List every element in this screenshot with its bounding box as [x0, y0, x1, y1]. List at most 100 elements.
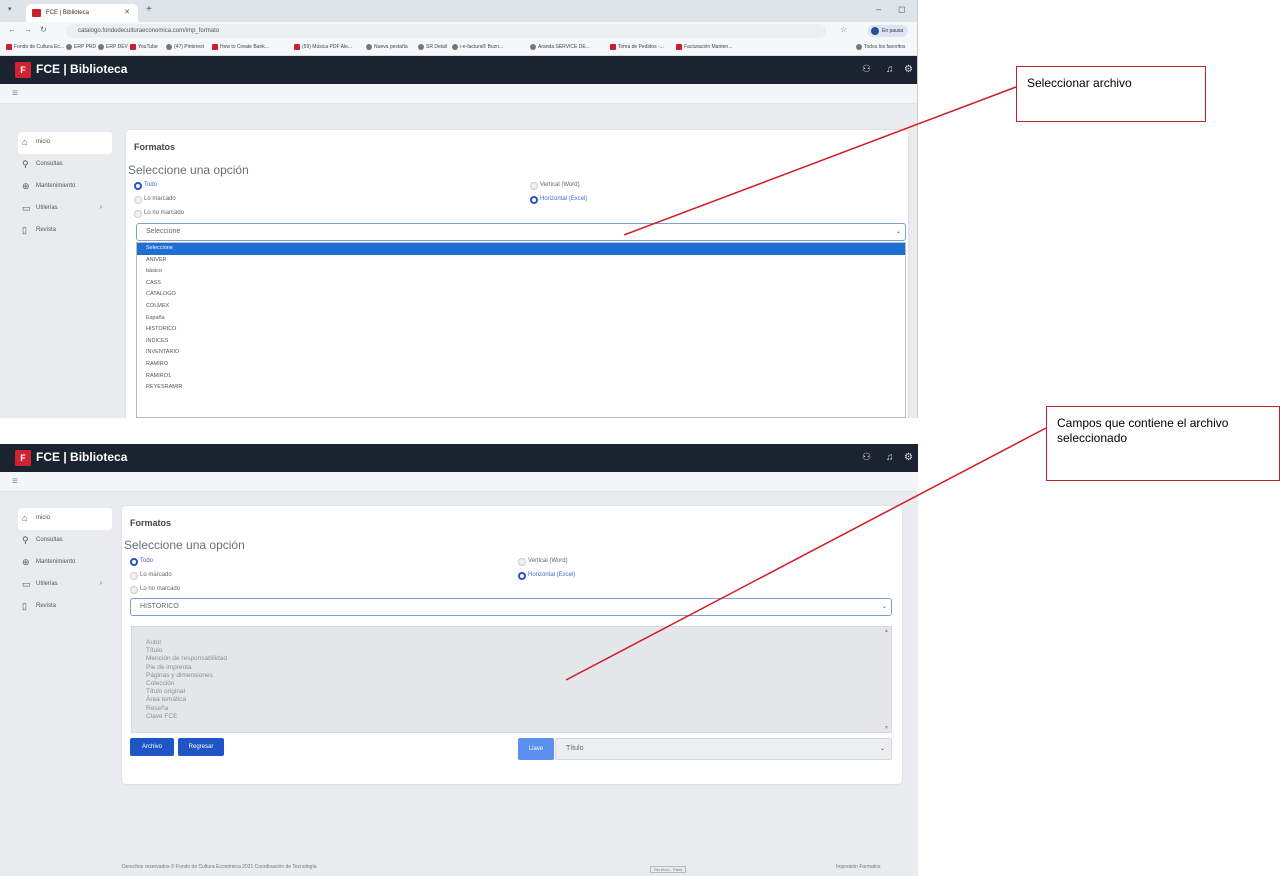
dropdown-option[interactable]: HISTORICO: [137, 324, 905, 336]
radio-vertical-word[interactable]: Vertical (Word): [518, 558, 568, 566]
bookmark-item[interactable]: How to Create Bank...: [212, 44, 269, 50]
restore-icon[interactable]: ◻: [898, 4, 905, 15]
sidebar-item-utilerias[interactable]: ▭ Utilerias ›: [18, 198, 112, 220]
radio-todo[interactable]: Todo: [130, 558, 153, 566]
bookmark-item[interactable]: i-e-factura® Buzn...: [452, 44, 503, 50]
bookmark-item[interactable]: SR Detail: [418, 44, 447, 50]
dropdown-option[interactable]: REYESRAMIR: [137, 382, 905, 394]
chevron-down-icon: ⌄: [895, 229, 901, 235]
bookmark-item[interactable]: Nueva pestaña: [366, 44, 408, 50]
field-item[interactable]: Reseña: [132, 705, 891, 713]
dropdown-option[interactable]: INVENTARIO: [137, 347, 905, 359]
dropdown-option[interactable]: ANIVER: [137, 255, 905, 267]
field-item[interactable]: Área temática: [132, 696, 891, 704]
close-tab-icon[interactable]: ✕: [124, 4, 130, 22]
sidebar-item-revista[interactable]: ▯ Revista: [18, 220, 112, 242]
bookmark-item[interactable]: ERP DEV: [98, 44, 128, 50]
user-icon[interactable]: ⚇: [862, 64, 871, 75]
sidebar: ⌂ Inicio ⚲ Consultas ⊕ Mantenimiento ▭ Utile…: [18, 132, 112, 242]
footer-copyright: Derechos reservados © Fondo de Cultura E…: [122, 864, 317, 870]
bookmark-star-icon[interactable]: ☆: [840, 25, 847, 34]
radio-lo-marcado[interactable]: Lo marcado: [134, 196, 176, 204]
format-select[interactable]: Seleccione ⌄: [136, 223, 906, 241]
bookmark-item[interactable]: Facturación Manten...: [676, 44, 732, 50]
dropdown-option[interactable]: CATALOGO: [137, 289, 905, 301]
dropdown-option[interactable]: CASS: [137, 278, 905, 290]
field-item[interactable]: Título: [132, 647, 891, 655]
field-item[interactable]: Clave FCE: [132, 713, 891, 721]
radio-todo[interactable]: Todo: [134, 182, 157, 190]
format-select[interactable]: HISTORICO ⌄: [130, 598, 892, 616]
scroll-down-icon[interactable]: ▼: [884, 725, 889, 731]
field-item[interactable]: Autor: [132, 639, 891, 647]
gear-icon[interactable]: ⚙: [904, 64, 913, 75]
bookmark-item[interactable]: ERP PRD: [66, 44, 96, 50]
scroll-up-icon[interactable]: ▲: [884, 628, 889, 634]
all-bookmarks[interactable]: Todos los favoritos: [856, 44, 905, 50]
regresar-button[interactable]: Regresar: [178, 738, 224, 756]
sidebar-item-mantenimiento[interactable]: ⊕ Mantenimiento: [18, 552, 112, 574]
radio-horizontal-excel[interactable]: Horizontal (Excel): [530, 196, 587, 204]
globe-icon: ⊕: [22, 181, 30, 191]
minimize-icon[interactable]: –: [876, 4, 881, 14]
bookmark-item[interactable]: Toma de Pedidos -...: [610, 44, 664, 50]
reload-icon[interactable]: ↻: [40, 25, 47, 34]
order-select[interactable]: Título ⌄: [555, 738, 892, 760]
bell-icon[interactable]: ♫: [886, 64, 894, 75]
back-icon[interactable]: ←: [8, 25, 16, 34]
sidebar-item-inicio[interactable]: ⌂ Inicio: [18, 132, 112, 154]
radio-lo-no-marcado[interactable]: Lo no marcado: [130, 586, 180, 594]
bookmarks-bar: Fondo de Cultura Ec... ERP PRD ERP DEV Y…: [0, 40, 917, 56]
dropdown-option[interactable]: RAMIRO1: [137, 371, 905, 383]
sidebar-label: Revista: [36, 227, 57, 233]
sidebar-label: Mantenimiento: [36, 559, 76, 565]
radio-lo-no-marcado[interactable]: Lo no marcado: [134, 210, 184, 218]
forward-icon[interactable]: →: [24, 25, 32, 34]
dropdown-option[interactable]: INDICES: [137, 336, 905, 348]
radio-lo-marcado[interactable]: Lo marcado: [130, 572, 172, 580]
bookmark-item[interactable]: YouTube: [130, 44, 158, 50]
select-value: HISTORICO: [140, 603, 179, 610]
card-title: Formatos: [130, 518, 172, 528]
sidebar-item-consultas[interactable]: ⚲ Consultas: [18, 154, 112, 176]
fields-listbox[interactable]: Autor Título Mención de responsabilidad …: [131, 626, 892, 733]
field-item[interactable]: Pie de imprenta: [132, 664, 891, 672]
sidebar-item-consultas[interactable]: ⚲ Consultas: [18, 530, 112, 552]
field-item[interactable]: Mención de responsabilidad: [132, 655, 891, 663]
field-item[interactable]: Título original: [132, 688, 891, 696]
profile-button[interactable]: En pausa: [868, 25, 908, 37]
archivo-button[interactable]: Archivo: [130, 738, 174, 756]
app-title: FCE | Biblioteca: [36, 62, 128, 76]
radio-horizontal-excel[interactable]: Horizontal (Excel): [518, 572, 575, 580]
menu-icon[interactable]: ≡: [12, 88, 18, 99]
bookmark-item[interactable]: Fondo de Cultura Ec...: [6, 44, 64, 50]
bookmark-item[interactable]: Aranda SERVICE DE...: [530, 44, 590, 50]
sidebar-item-mantenimiento[interactable]: ⊕ Mantenimiento: [18, 176, 112, 198]
radio-vertical-word[interactable]: Vertical (Word): [530, 182, 580, 190]
browser-tab[interactable]: FCE | Biblioteca ✕: [26, 4, 138, 22]
gear-icon[interactable]: ⚙: [904, 452, 913, 463]
bell-icon[interactable]: ♫: [886, 452, 894, 463]
dropdown-option[interactable]: básico: [137, 266, 905, 278]
monitor-icon: ▭: [22, 203, 31, 213]
dropdown-option[interactable]: RAMIRO: [137, 359, 905, 371]
sidebar-item-utilerias[interactable]: ▭ Utilerias ›: [18, 574, 112, 596]
app-header: F FCE | Biblioteca ⚇ ♫ ⚙: [0, 56, 917, 84]
url-input[interactable]: catalogo.fondodeculturaeconomica.com/imp…: [66, 24, 826, 38]
bookmark-item[interactable]: (47) Pinterest: [166, 44, 204, 50]
sidebar-item-inicio[interactable]: ⌂ Inicio: [18, 508, 112, 530]
tab-list-icon[interactable]: ▾: [8, 5, 12, 13]
menu-icon[interactable]: ≡: [12, 476, 18, 487]
dropdown-option[interactable]: Seleccione: [137, 243, 905, 255]
user-icon[interactable]: ⚇: [862, 452, 871, 463]
dropdown-option[interactable]: España: [137, 313, 905, 325]
field-item[interactable]: Páginas y dimensiones: [132, 672, 891, 680]
chevron-right-icon: ›: [99, 580, 102, 587]
dropdown-option[interactable]: COLMEX: [137, 301, 905, 313]
tab-title: FCE | Biblioteca: [46, 10, 89, 16]
new-tab-icon[interactable]: +: [146, 4, 152, 15]
bookmark-item[interactable]: (59) Música PDF Ale...: [294, 44, 352, 50]
llave-button[interactable]: Llave: [518, 738, 554, 760]
sidebar-item-revista[interactable]: ▯ Revista: [18, 596, 112, 618]
field-item[interactable]: Colección: [132, 680, 891, 688]
